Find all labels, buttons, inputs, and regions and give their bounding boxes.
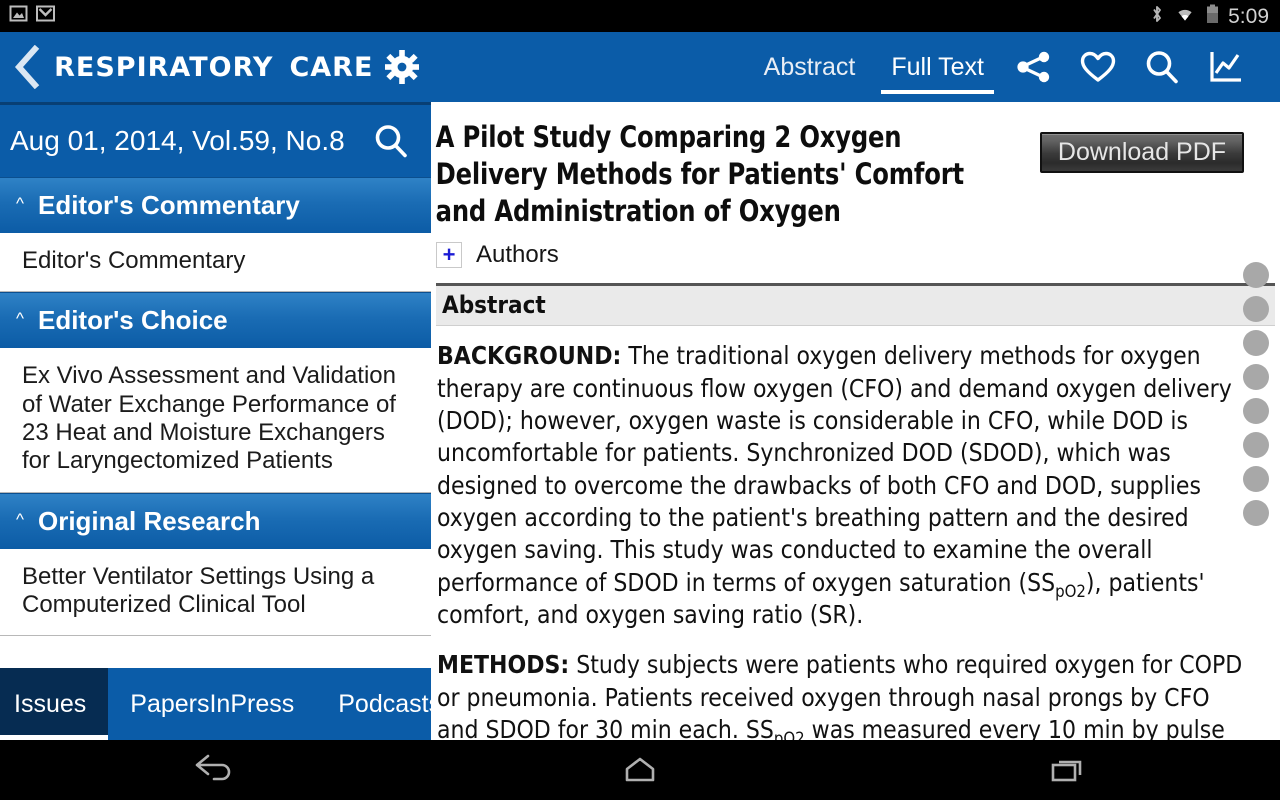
figure-thumbnail-dot[interactable] [1243,432,1269,458]
tab-full-text[interactable]: Full Text [873,32,1002,102]
authors-expander[interactable]: + Authors [431,229,1280,279]
paragraph-methods: METHODS: Study subjects were patients wh… [437,649,1244,740]
status-bar-system-icons: 5:09 [1150,4,1280,29]
back-button[interactable] [0,45,54,89]
paragraph-text: The traditional oxygen delivery methods … [437,341,1232,597]
list-item[interactable]: Better Ventilator Settings Using a Compu… [0,548,431,637]
share-button[interactable] [1002,32,1066,102]
tab-issues[interactable]: Issues [0,668,109,740]
abstract-section-heading: Abstract [436,283,1275,327]
settings-button[interactable] [373,50,431,84]
sidebar-section-original-research[interactable]: ^ Original Research [0,492,431,549]
paragraph-label: BACKGROUND: [437,341,622,371]
favorite-button[interactable] [1066,32,1130,102]
figure-thumbnail-dot[interactable] [1243,364,1269,390]
tab-podcasts[interactable]: Podcasts [316,668,431,740]
authors-label: Authors [476,241,559,269]
metrics-chart-icon [1210,52,1241,82]
gmail-icon [36,5,55,27]
android-navigation-bar [0,740,1280,800]
battery-icon [1206,4,1219,29]
back-chevron-icon [15,45,40,89]
issue-sidebar: Aug 01, 2014, Vol.59, No.8 ^ Editor's Co… [0,105,431,668]
back-arrow-icon [196,754,231,781]
article-content-pane: A Pilot Study Comparing 2 Oxygen Deliver… [431,105,1280,740]
page-title: A Pilot Study Comparing 2 Oxygen Deliver… [435,120,964,228]
article-search-button[interactable] [1130,32,1194,102]
sidebar-section-editors-choice[interactable]: ^ Editor's Choice [0,292,431,349]
status-bar-notifications [0,4,55,28]
article-header: A Pilot Study Comparing 2 Oxygen Deliver… [431,105,1280,229]
download-area: Download PDF [1040,119,1280,229]
screenshot-icon [9,4,28,28]
sidebar-bottom-tabs: Issues PapersInPress Podcasts [0,668,431,740]
wifi-icon [1173,4,1197,28]
issue-selector[interactable]: Aug 01, 2014, Vol.59, No.8 [0,105,431,177]
abstract-body: BACKGROUND: The traditional oxygen deliv… [431,326,1280,740]
app-brand: RESPIRATORY CARE [54,52,373,83]
tab-papers-in-press[interactable]: PapersInPress [108,668,316,740]
figure-thumbnail-rail [1243,262,1269,526]
android-back-button[interactable] [0,753,427,787]
search-icon [1146,51,1178,84]
chevron-up-icon: ^ [16,309,24,329]
home-icon [625,757,655,782]
brand-primary: RESPIRATORY [54,51,274,83]
issue-search-button[interactable] [373,123,409,159]
android-status-bar: 5:09 [0,0,1280,32]
figure-thumbnail-dot[interactable] [1243,500,1269,526]
chevron-up-icon: ^ [16,509,24,529]
app-root: 5:09 RESPIRATORY CARE Abstract Full Text… [0,0,1280,800]
share-icon [1017,51,1050,83]
subscript-spo2: SpO2 [1041,567,1086,601]
status-bar-clock: 5:09 [1228,4,1269,28]
sidebar-section-title: Editor's Commentary [37,190,300,220]
authors-expand-toggle[interactable]: + [436,242,462,269]
tab-abstract[interactable]: Abstract [746,32,874,102]
app-header-right: Abstract Full Text [431,32,1280,102]
download-pdf-button[interactable]: Download PDF [1040,132,1244,173]
figure-thumbnail-dot[interactable] [1243,330,1269,356]
figure-thumbnail-dot[interactable] [1243,296,1269,322]
list-item[interactable]: Editor's Commentary [0,233,431,293]
paragraph-label: METHODS: [437,650,570,680]
favorite-heart-icon [1080,51,1116,82]
brand-secondary: CARE [289,51,374,83]
paragraph-background: BACKGROUND: The traditional oxygen deliv… [437,340,1244,631]
android-home-button[interactable] [427,753,854,787]
app-header-left: RESPIRATORY CARE [0,32,431,102]
chevron-up-icon: ^ [16,194,24,213]
list-item[interactable]: Ex Vivo Assessment and Validation of Wat… [0,348,431,493]
search-icon [375,125,407,158]
sidebar-section-title: Editor's Choice [37,305,228,336]
sidebar-section-title: Original Research [37,505,261,536]
android-recents-button[interactable] [853,753,1280,787]
figure-thumbnail-dot[interactable] [1243,466,1269,492]
issue-label: Aug 01, 2014, Vol.59, No.8 [10,125,345,156]
recent-apps-icon [1051,760,1081,782]
figure-thumbnail-dot[interactable] [1243,262,1269,288]
subscript-spo2: SpO2 [759,715,805,740]
sidebar-section-editors-commentary[interactable]: ^ Editor's Commentary [0,177,431,233]
bluetooth-icon [1150,4,1164,29]
metrics-button[interactable] [1194,32,1258,102]
figure-thumbnail-dot[interactable] [1243,398,1269,424]
gear-icon [385,50,420,84]
